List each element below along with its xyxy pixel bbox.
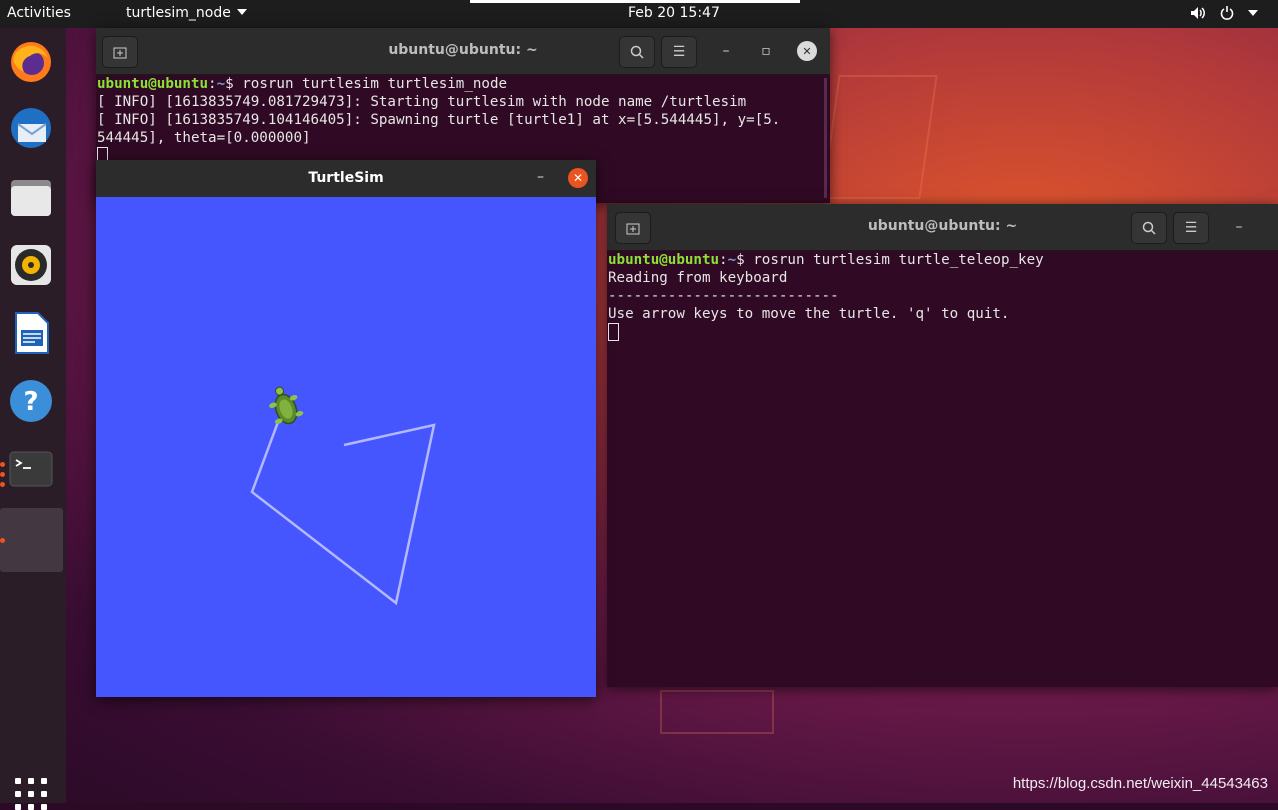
terminal-line: 544445], theta=[0.000000] (97, 130, 311, 146)
clock[interactable]: Feb 20 15:47 (628, 5, 720, 21)
prompt-user: ubuntu@ubuntu (97, 76, 209, 92)
top-bar: Activities turtlesim_node Feb 20 15:47 (0, 0, 1278, 28)
turtlesim-window[interactable]: TurtleSim – ✕ (96, 160, 596, 697)
text-cursor (608, 323, 619, 341)
watermark-url: https://blog.csdn.net/weixin_44543463 (1012, 775, 1268, 792)
help-icon[interactable]: ? (8, 378, 54, 424)
dock: ? (0, 28, 66, 810)
activities-button[interactable]: Activities (7, 5, 71, 21)
thunderbird-icon[interactable] (8, 106, 54, 152)
search-icon[interactable] (619, 36, 655, 68)
terminal-output[interactable]: ubuntu@ubuntu:~$ rosrun turtlesim turtle… (608, 251, 1278, 343)
running-indicator (0, 472, 5, 477)
prompt-path: ~ (216, 76, 226, 92)
system-menu[interactable] (1190, 6, 1258, 20)
app-menu[interactable]: turtlesim_node (126, 5, 247, 21)
maximize-icon[interactable]: ▫ (756, 41, 776, 61)
running-indicator (0, 538, 5, 543)
show-applications-icon[interactable] (15, 778, 47, 810)
scrollbar[interactable] (824, 78, 827, 198)
chevron-down-icon (1248, 10, 1258, 16)
terminal-line: Reading from keyboard (608, 270, 788, 286)
terminal-icon[interactable] (8, 446, 54, 492)
terminal-headerbar: ubuntu@ubuntu: ~ ☰ – (607, 204, 1278, 251)
window-title: TurtleSim (308, 170, 384, 186)
terminal-window-2[interactable]: ubuntu@ubuntu: ~ ☰ – ubuntu@ubuntu:~$ ro… (607, 204, 1278, 687)
close-icon[interactable]: ✕ (568, 168, 588, 188)
libreoffice-writer-icon[interactable] (8, 310, 54, 356)
chevron-down-icon (236, 9, 247, 15)
terminal-line: Use arrow keys to move the turtle. 'q' t… (608, 306, 1010, 322)
terminal-output[interactable]: ubuntu@ubuntu:~$ rosrun turtlesim turtle… (97, 75, 830, 167)
prompt-separator: : (208, 76, 217, 92)
rhythmbox-icon[interactable] (8, 242, 54, 288)
turtlesim-app-icon[interactable] (0, 508, 63, 572)
svg-text:?: ? (23, 387, 38, 417)
wallpaper-shape (660, 690, 774, 734)
menu-icon[interactable]: ☰ (1173, 212, 1209, 244)
minimize-icon[interactable]: – (537, 169, 544, 185)
power-icon (1220, 6, 1234, 20)
close-icon[interactable]: ✕ (797, 41, 817, 61)
top-bar-indicator (470, 0, 800, 3)
terminal-line: --------------------------- (608, 288, 839, 304)
terminal-command: rosrun turtlesim turtle_teleop_key (753, 252, 1044, 268)
volume-icon (1191, 7, 1205, 19)
terminal-line: [ INFO] [1613835749.104146405]: Spawning… (97, 112, 781, 128)
terminal-line: [ INFO] [1613835749.081729473]: Starting… (97, 94, 747, 110)
running-indicator (0, 482, 5, 487)
wallpaper-shape (821, 75, 938, 199)
turtlesim-headerbar: TurtleSim – ✕ (96, 160, 596, 197)
app-menu-label: turtlesim_node (126, 5, 231, 21)
prompt-symbol: $ (225, 76, 243, 92)
files-icon[interactable] (8, 174, 54, 220)
turtlesim-canvas (96, 197, 596, 697)
prompt-user: ubuntu@ubuntu (608, 252, 720, 268)
terminal-command: rosrun turtlesim turtlesim_node (242, 76, 508, 92)
minimize-icon[interactable]: – (1229, 217, 1249, 237)
menu-icon[interactable]: ☰ (661, 36, 697, 68)
search-icon[interactable] (1131, 212, 1167, 244)
firefox-icon[interactable] (8, 38, 54, 84)
minimize-icon[interactable]: – (716, 41, 736, 61)
prompt-path: ~ (727, 252, 737, 268)
prompt-separator: : (719, 252, 728, 268)
prompt-symbol: $ (736, 252, 754, 268)
running-indicator (0, 462, 5, 467)
terminal-headerbar: ubuntu@ubuntu: ~ ☰ – ▫ ✕ (96, 28, 830, 75)
